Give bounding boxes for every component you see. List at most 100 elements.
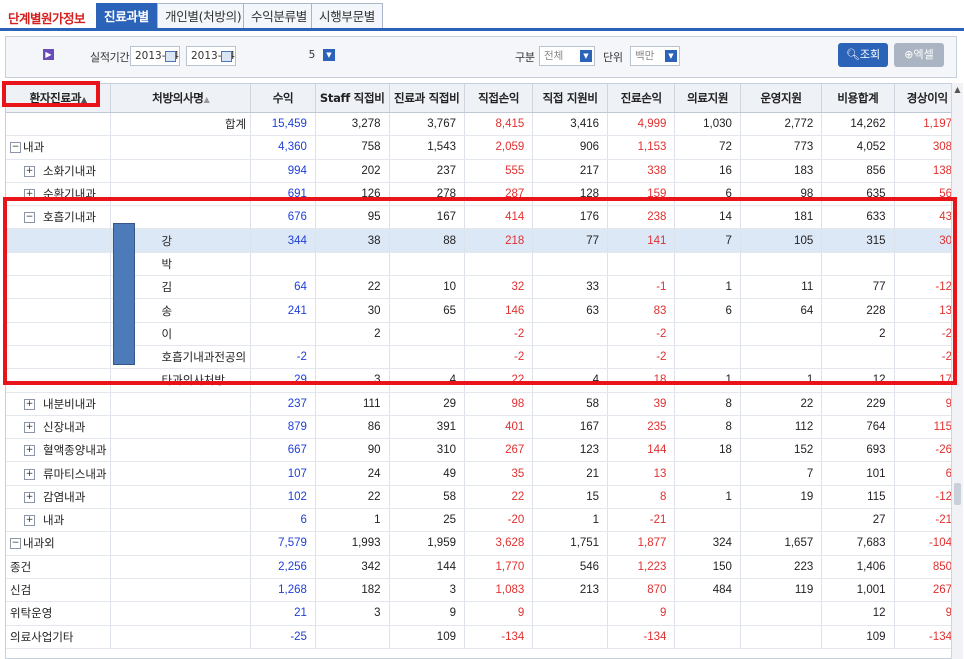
table-row[interactable]: 위탁운영 21 3 9 9 9 12 9	[6, 601, 961, 626]
col-header-direct-support[interactable]: 직접 지원비	[532, 84, 609, 113]
expand-icon[interactable]: +	[24, 398, 35, 410]
value-cell: 223	[740, 555, 823, 579]
table-row[interactable]: 합계 15,459 3,278 3,767 8,415 3,416 4,999 1,030 2,…	[6, 112, 961, 137]
tab-bar: 단계별원가정보 진료과별 개인별(처방의) 수익분류별 시행부문별	[0, 0, 964, 31]
period-label: 실적기간	[90, 51, 130, 64]
expand-icon[interactable]: +	[24, 468, 35, 480]
expand-icon[interactable]: +	[24, 491, 35, 503]
value-cell: 1,030	[674, 112, 741, 137]
chevron-down-icon[interactable]: ▼	[665, 50, 677, 62]
value-cell: 994	[250, 159, 316, 183]
department-label: 소화기내과	[43, 163, 96, 178]
col-header-operation-support[interactable]: 운영지원	[740, 84, 823, 113]
value-cell	[740, 625, 823, 649]
value-cell: 86	[315, 415, 390, 440]
date-from-input[interactable]: 2013-04	[130, 46, 180, 66]
value-cell: 22	[740, 392, 823, 416]
table-row[interactable]: + 감염내과 102 22 58 22 15 8 1 19 115 -12	[6, 485, 961, 510]
collapse-icon[interactable]: −	[10, 142, 21, 154]
value-cell: 119	[740, 578, 823, 603]
sort-up-icon: ▲	[203, 95, 210, 104]
value-cell: 21	[532, 461, 609, 486]
division-select[interactable]: 전체 ▼	[539, 46, 595, 66]
chevron-down-icon[interactable]: ▼	[580, 50, 592, 62]
department-cell: + 소화기내과	[6, 159, 112, 183]
expand-icon[interactable]: +	[24, 165, 35, 177]
value-cell: 27	[821, 508, 895, 533]
doctor-label: 합계	[224, 117, 247, 132]
value-cell: 183	[740, 159, 823, 183]
value-cell: 3	[389, 578, 465, 603]
value-cell: 401	[464, 415, 534, 440]
col-header-medical-support[interactable]: 의료지원	[674, 84, 741, 113]
value-cell: 7,683	[821, 531, 895, 556]
col-header-total-cost[interactable]: 비용합계	[821, 84, 895, 113]
value-cell: 342	[315, 555, 390, 579]
department-label: 신장내과	[43, 420, 86, 434]
value-cell: 109	[389, 625, 465, 649]
department-cell: − 내과외	[6, 531, 112, 556]
collapse-icon[interactable]: −	[10, 538, 21, 550]
info-icon[interactable]: ▶	[43, 49, 54, 60]
table-row[interactable]: 신검 1,268 182 3 1,083 213 870 484 119 1,001 267	[6, 578, 961, 603]
value-cell: 1,751	[532, 531, 609, 556]
filter-bar: ▶ 실적기간 2013-04 2013-04 5 ▼ 구분 전체 ▼ 단위 백만…	[5, 36, 957, 78]
value-cell	[532, 625, 609, 649]
value-cell: 14,262	[821, 112, 895, 137]
value-cell: 1,770	[464, 555, 534, 579]
table-row[interactable]: + 류마티스내과 107 24 49 35 21 13 7 101 6	[6, 461, 961, 486]
count-value: 5	[308, 49, 316, 61]
table-row[interactable]: + 내분비내과 237 111 29 98 58 39 8 22 229 9	[6, 392, 961, 416]
value-cell: -21	[607, 508, 676, 533]
col-header-revenue[interactable]: 수익	[250, 84, 316, 113]
table-row[interactable]: + 내과 6 1 25 -20 1 -21 27 -21	[6, 508, 961, 533]
value-cell: 8	[607, 485, 676, 510]
value-cell: 758	[315, 135, 390, 160]
value-cell: 90	[315, 438, 390, 463]
col-header-clinic-profit[interactable]: 진료손익	[607, 84, 676, 113]
value-cell: 144	[389, 555, 465, 579]
department-label: 종건	[10, 559, 32, 574]
col-header-doctor[interactable]: 처방의사명▲	[110, 84, 252, 113]
value-cell: 1,406	[821, 555, 895, 579]
department-cell: − 내과	[6, 135, 112, 160]
tab-executing-dept[interactable]: 시행부문별	[311, 3, 384, 28]
search-button[interactable]: 🔍︎조회	[838, 43, 888, 67]
table-row[interactable]: − 내과외 7,579 1,993 1,959 3,628 1,751 1,877 324 1,6…	[6, 531, 961, 556]
calendar-icon[interactable]	[221, 51, 232, 62]
date-to-input[interactable]: 2013-04	[186, 46, 236, 66]
value-cell: 22	[464, 485, 534, 510]
tab-individual[interactable]: 개인별(처방의)	[157, 3, 250, 28]
unit-select[interactable]: 백만 ▼	[630, 46, 680, 66]
value-cell: 4,360	[250, 135, 316, 160]
scroll-up-icon[interactable]: ▲	[952, 83, 963, 97]
value-cell: 546	[532, 555, 609, 579]
value-cell: 484	[674, 578, 741, 603]
chevron-down-icon[interactable]: ▼	[323, 49, 335, 61]
table-row[interactable]: − 내과 4,360 758 1,543 2,059 906 1,153 72 773 4,052 3…	[6, 135, 961, 160]
table-row[interactable]: + 혈액종양내과 667 90 310 267 123 144 18 152 693 -26	[6, 438, 961, 463]
expand-icon[interactable]: +	[24, 445, 35, 457]
table-row[interactable]: + 신장내과 879 86 391 401 167 235 8 112 764 115	[6, 415, 961, 440]
col-header-direct-profit[interactable]: 직접손익	[464, 84, 534, 113]
doctor-cell: 합계	[110, 112, 252, 137]
table-row[interactable]: 종건 2,256 342 144 1,770 546 1,223 150 223 1,406 850	[6, 555, 961, 579]
value-cell	[674, 508, 741, 533]
table-row[interactable]: 의료사업기타 -25 109 -134 -134 109 -134	[6, 625, 961, 649]
value-cell: 237	[250, 392, 316, 416]
table-row[interactable]: + 소화기내과 994 202 237 555 217 338 16 183 856 138	[6, 159, 961, 183]
expand-icon[interactable]: +	[24, 515, 35, 527]
calendar-icon[interactable]	[165, 51, 176, 62]
value-cell: 3,416	[532, 112, 609, 137]
excel-button[interactable]: ⊕엑셀	[894, 43, 944, 67]
tab-department[interactable]: 진료과별	[96, 3, 157, 28]
expand-icon[interactable]: +	[24, 422, 35, 433]
value-cell: 870	[607, 578, 676, 603]
department-label: 감염내과	[43, 489, 86, 504]
value-cell: 1,153	[607, 135, 676, 160]
count-select[interactable]: 5 ▼	[287, 46, 337, 66]
col-header-staff-direct[interactable]: Staff 직접비	[315, 84, 390, 113]
scroll-thumb[interactable]	[954, 483, 961, 505]
col-header-dept-direct[interactable]: 진료과 직접비	[389, 84, 465, 113]
tab-revenue-category[interactable]: 수익분류별	[243, 3, 316, 28]
